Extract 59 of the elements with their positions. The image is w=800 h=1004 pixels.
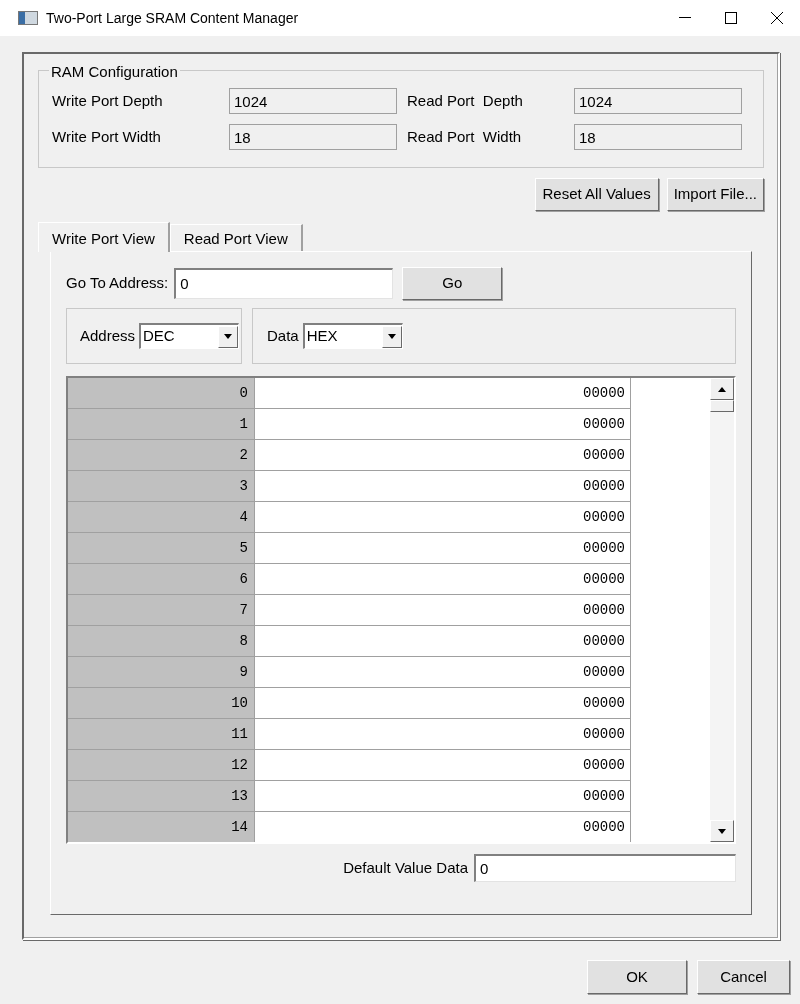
data-cell[interactable]: 00000 [255, 533, 631, 564]
scroll-up-icon[interactable] [710, 378, 734, 400]
address-format-dropdown[interactable]: DEC [139, 323, 240, 349]
address-cell: 7 [68, 595, 255, 626]
field-label: Read Port Depth [406, 90, 524, 111]
data-cell[interactable]: 00000 [255, 750, 631, 781]
value-field[interactable]: 1024 [574, 88, 742, 114]
scrollbar[interactable] [710, 378, 734, 842]
field-label: Read Port Width [406, 126, 523, 147]
data-cell[interactable]: 00000 [255, 812, 631, 842]
value-field[interactable]: 1024 [229, 88, 397, 114]
scroll-thumb[interactable] [710, 400, 734, 412]
data-cell[interactable]: 00000 [255, 378, 631, 409]
address-cell: 14 [68, 812, 255, 842]
address-cell: 8 [68, 626, 255, 657]
goto-label: Go To Address: [66, 272, 169, 293]
data-cell[interactable]: 00000 [255, 564, 631, 595]
address-cell: 10 [68, 688, 255, 719]
data-label: Data [267, 325, 299, 346]
app-icon [18, 11, 38, 25]
go-button[interactable]: Go [402, 266, 503, 300]
field-label: Write Port Depth [52, 90, 164, 111]
tab[interactable]: Write Port View [38, 222, 170, 252]
address-cell: 0 [68, 378, 255, 409]
data-format-dropdown[interactable]: HEX [302, 323, 403, 349]
address-cell: 5 [68, 533, 255, 564]
reset-button[interactable]: Reset All Values [534, 178, 659, 211]
data-cell[interactable]: 00000 [255, 471, 631, 502]
ok-button[interactable]: OK [587, 960, 687, 994]
address-cell: 13 [68, 781, 255, 812]
address-cell: 11 [68, 719, 255, 750]
default-value-input[interactable]: 0 [474, 854, 736, 882]
scroll-down-icon[interactable] [710, 820, 734, 842]
data-cell[interactable]: 00000 [255, 781, 631, 812]
data-cell[interactable]: 00000 [255, 719, 631, 750]
address-cell: 3 [68, 471, 255, 502]
cancel-button[interactable]: Cancel [697, 960, 790, 994]
address-cell: 2 [68, 440, 255, 471]
address-cell: 12 [68, 750, 255, 781]
address-cell: 6 [68, 564, 255, 595]
window-title: Two-Port Large SRAM Content Manager [46, 8, 299, 28]
address-input[interactable]: 0 [174, 267, 394, 299]
address-cell: 9 [68, 657, 255, 688]
tab[interactable]: Read Port View [169, 224, 303, 251]
value-field[interactable]: 18 [229, 124, 397, 150]
data-cell[interactable]: 00000 [255, 502, 631, 533]
data-cell[interactable]: 00000 [255, 626, 631, 657]
import-button[interactable]: Import File... [666, 178, 764, 211]
field-label: Write Port Width [52, 126, 162, 147]
default-value-label: Default Value Data [343, 857, 468, 878]
address-label: Address [80, 325, 136, 346]
value-field[interactable]: 18 [574, 124, 742, 150]
data-cell[interactable]: 00000 [255, 440, 631, 471]
data-cell[interactable]: 00000 [255, 657, 631, 688]
data-cell[interactable]: 00000 [255, 409, 631, 440]
data-cell[interactable]: 00000 [255, 595, 631, 626]
address-cell: 4 [68, 502, 255, 533]
address-cell: 1 [68, 409, 255, 440]
data-cell[interactable]: 00000 [255, 688, 631, 719]
